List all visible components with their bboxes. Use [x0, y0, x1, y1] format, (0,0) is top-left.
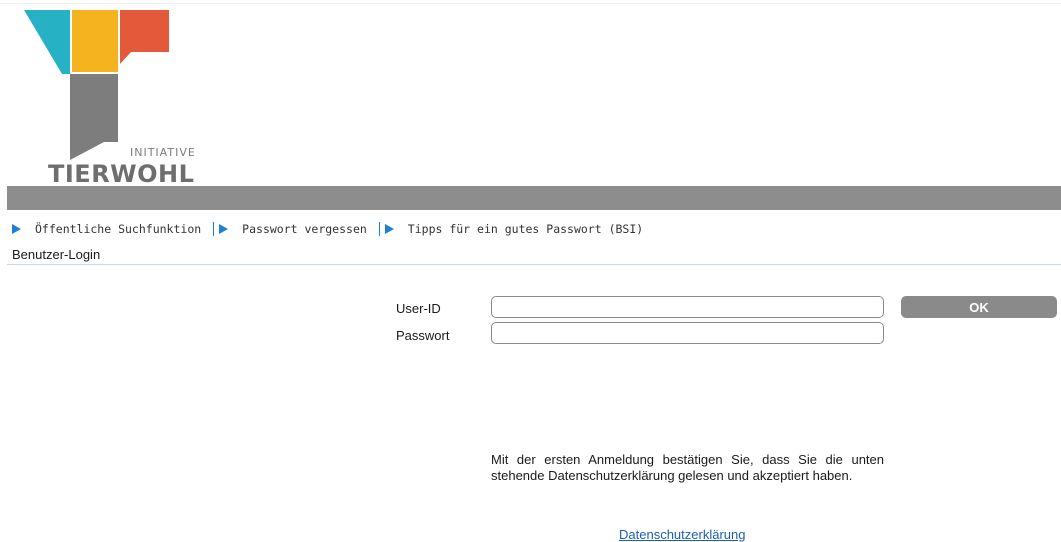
logo-red-block: [120, 10, 169, 64]
nav-forgot-password-label: Passwort vergessen: [242, 222, 367, 236]
logo-text-initiative: INITIATIVE: [130, 146, 196, 159]
arrow-right-icon: [384, 224, 394, 234]
user-id-input[interactable]: [491, 296, 884, 318]
nav-separator: [378, 222, 380, 236]
arrow-right-icon: [219, 224, 229, 234]
top-rule: [0, 3, 1061, 4]
logo-text-tierwohl: TIERWOHL: [48, 160, 195, 188]
nav-forgot-password[interactable]: Passwort vergessen: [219, 222, 367, 236]
user-id-label: User-ID: [396, 301, 441, 316]
arrow-right-icon: [12, 224, 21, 234]
nav-separator: [213, 222, 215, 236]
nav-public-search-label: Öffentliche Suchfunktion: [35, 222, 202, 236]
privacy-notice: Mit der ersten Anmeldung bestätigen Sie,…: [491, 452, 884, 483]
initiative-tierwohl-logo: INITIATIVE TIERWOHL: [24, 10, 195, 188]
logo-yellow-block: [72, 10, 118, 72]
logo-teal-block: [24, 10, 70, 74]
nav-password-tips[interactable]: Tipps für ein gutes Passwort (BSI): [384, 222, 644, 236]
section-divider: [7, 264, 1061, 265]
logo-grey-stem: [70, 74, 118, 160]
password-label: Passwort: [396, 328, 450, 343]
section-title: Benutzer-Login: [12, 247, 101, 262]
nav-public-search[interactable]: Öffentliche Suchfunktion: [12, 222, 201, 236]
privacy-policy-link[interactable]: Datenschutzerklärung: [619, 527, 745, 542]
header-bar: [7, 186, 1061, 210]
nav-password-tips-label: Tipps für ein gutes Passwort (BSI): [407, 222, 644, 236]
ok-button[interactable]: OK: [901, 296, 1057, 318]
top-nav: Öffentliche Suchfunktion Passwort verges…: [12, 222, 643, 236]
password-input[interactable]: [491, 322, 884, 344]
